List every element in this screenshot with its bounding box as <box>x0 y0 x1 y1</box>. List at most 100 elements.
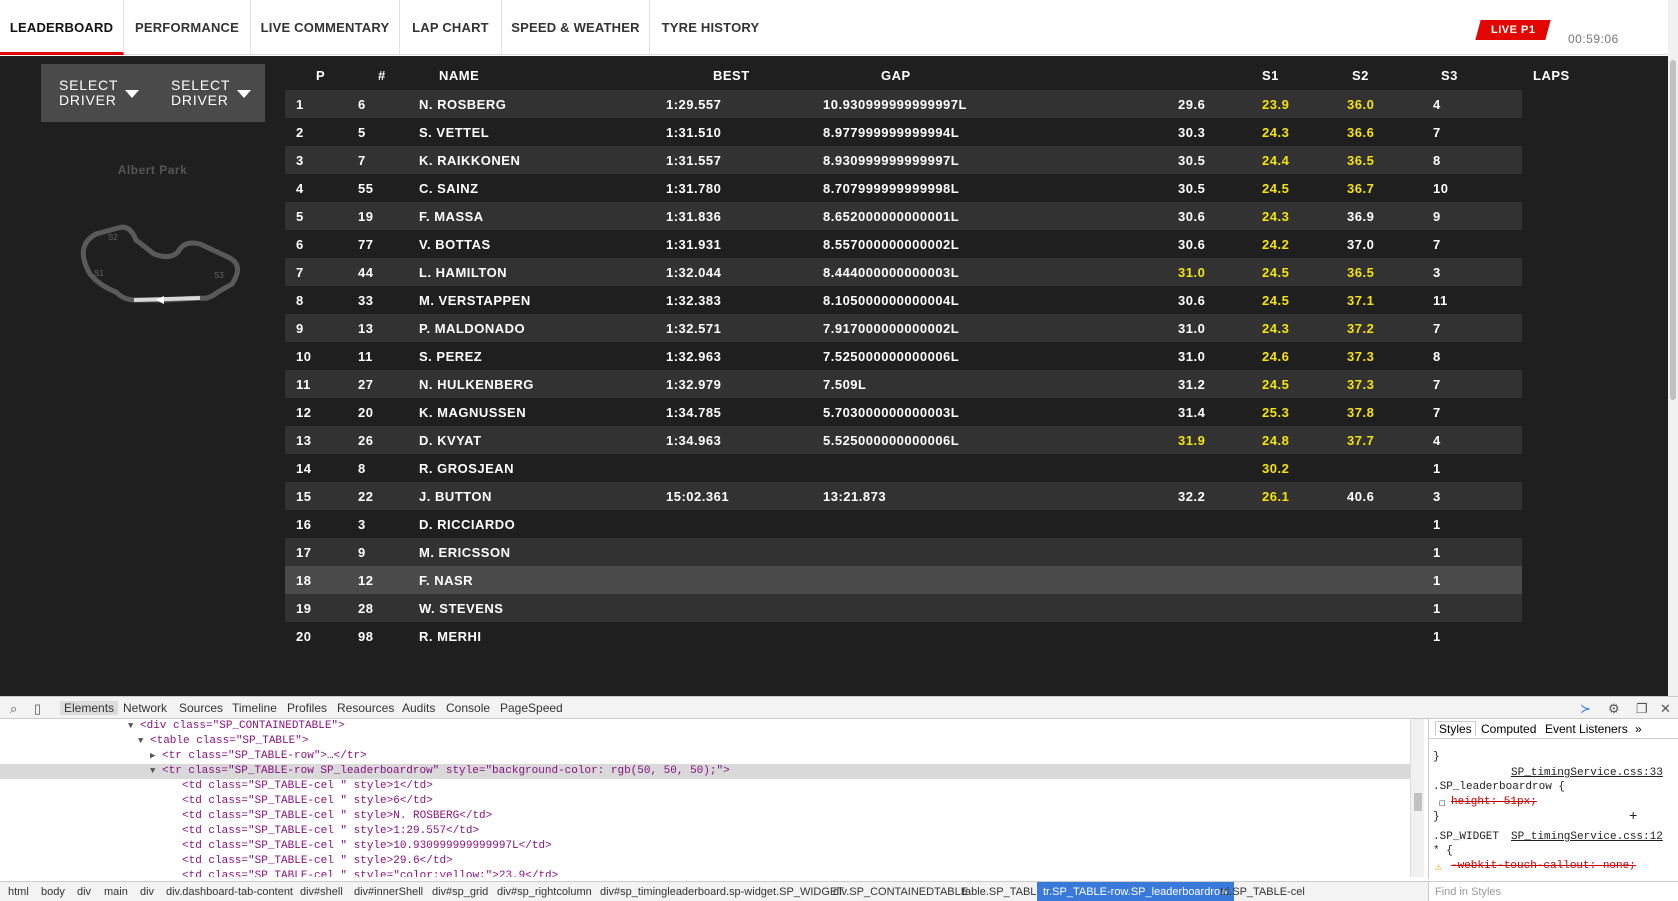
tab-lap-chart[interactable]: LAP CHART <box>400 0 502 55</box>
cell-s2: 24.4 <box>1262 153 1290 168</box>
table-row[interactable]: 2 5 S. VETTEL 1:31.510 8.977999999999994L 30.… <box>285 118 1522 146</box>
dom-node-line[interactable]: <td class="SP_TABLE-cel " style>6</td> <box>0 794 1410 809</box>
collapse-arrow-icon[interactable]: ▼ <box>150 764 155 779</box>
more-tabs-icon[interactable]: » <box>1635 722 1642 736</box>
table-row[interactable]: 13 26 D. KVYAT 1:34.963 5.525000000000006L 31… <box>285 426 1522 454</box>
tab-tyre-history[interactable]: TYRE HISTORY <box>650 0 771 55</box>
collapse-arrow-icon[interactable]: ▼ <box>128 719 133 734</box>
cell-s1: 31.9 <box>1178 433 1206 448</box>
rule-property-callout[interactable]: -webkit-touch-callout: none; <box>1451 860 1636 872</box>
table-row[interactable]: 19 28 W. STEVENS 1 <box>285 594 1522 622</box>
cell-laps: 7 <box>1433 125 1441 140</box>
dom-node-line[interactable]: ▶ <tr class="SP_TABLE-row">…</tr> <box>0 749 1410 764</box>
styles-tab-computed[interactable]: Computed <box>1481 722 1536 736</box>
breadcrumb-item[interactable]: div.SP_CONTAINEDTABLE <box>833 886 968 898</box>
add-rule-icon[interactable]: + <box>1629 809 1637 825</box>
devtools-tab-network[interactable]: Network <box>123 701 167 715</box>
stylesheet-link-1[interactable]: SP_timingService.css:33 <box>1511 767 1663 779</box>
table-row[interactable]: 15 22 J. BUTTON 15:02.361 13:21.873 32.2 26.1 4… <box>285 482 1522 510</box>
page-scrollbar[interactable] <box>1668 0 1678 696</box>
dom-node-line[interactable]: <td class="SP_TABLE-cel " style>1:29.557… <box>0 824 1410 839</box>
breadcrumb-item[interactable]: div#sp_rightcolumn <box>497 886 592 898</box>
table-row[interactable]: 3 7 K. RAIKKONEN 1:31.557 8.930999999999997L… <box>285 146 1522 174</box>
dom-node-line[interactable]: <td class="SP_TABLE-cel " style>10.93099… <box>0 839 1410 854</box>
breadcrumb-item[interactable]: tr.SP_TABLE-row.SP_leaderboardrow <box>1037 882 1235 901</box>
drawer-icon[interactable]: ≻ <box>1580 701 1591 717</box>
table-row[interactable]: 16 3 D. RICCIARDO 1 <box>285 510 1522 538</box>
styles-tab-styles[interactable]: Styles <box>1435 721 1476 736</box>
dom-node-line[interactable]: ▼ <table class="SP_TABLE"> <box>0 734 1410 749</box>
tab-live-commentary[interactable]: LIVE COMMENTARY <box>251 0 400 55</box>
devtools-tab-sources[interactable]: Sources <box>179 701 223 715</box>
stylesheet-link-2[interactable]: SP_timingService.css:12 <box>1511 831 1663 843</box>
table-row[interactable]: 20 98 R. MERHI 1 <box>285 622 1522 650</box>
devtools-tab-console[interactable]: Console <box>446 701 490 715</box>
device-mode-icon[interactable]: ▯ <box>34 701 41 717</box>
table-row[interactable]: 5 19 F. MASSA 1:31.836 8.652000000000001L 30.… <box>285 202 1522 230</box>
breadcrumb-item[interactable]: main <box>104 886 128 898</box>
devtools-tab-elements[interactable]: Elements <box>60 701 119 715</box>
table-row[interactable]: 11 27 N. HULKENBERG 1:32.979 7.509L 31.2 24.5 3… <box>285 370 1522 398</box>
dock-icon[interactable]: ❐ <box>1636 701 1648 717</box>
cell-position: 6 <box>296 237 304 252</box>
gear-icon[interactable]: ⚙ <box>1608 701 1620 717</box>
breadcrumb-item[interactable]: div#sp_grid <box>432 886 488 898</box>
cell-number: 26 <box>358 433 374 448</box>
breadcrumb-item[interactable]: div.dashboard-tab-content <box>166 886 293 898</box>
devtools-tab-resources[interactable]: Resources <box>337 701 394 715</box>
cell-position: 16 <box>296 517 312 532</box>
cell-laps: 11 <box>1433 293 1448 308</box>
devtools-tab-audits[interactable]: Audits <box>402 701 435 715</box>
table-row[interactable]: 17 9 M. ERICSSON 1 <box>285 538 1522 566</box>
dom-node-line[interactable]: <td class="SP_TABLE-cel " style>N. ROSBE… <box>0 809 1410 824</box>
devtools-tab-timeline[interactable]: Timeline <box>232 701 277 715</box>
table-row[interactable]: 8 33 M. VERSTAPPEN 1:32.383 8.10500000000000… <box>285 286 1522 314</box>
table-row[interactable]: 10 11 S. PEREZ 1:32.963 7.525000000000006L 31… <box>285 342 1522 370</box>
styles-tab-event-listeners[interactable]: Event Listeners <box>1545 722 1628 736</box>
sector-label-s2: S2 <box>108 233 118 242</box>
breadcrumb-item[interactable]: body <box>41 886 65 898</box>
rule-property-height[interactable]: height: 51px; <box>1451 796 1537 808</box>
dom-node-line[interactable]: ▼ <div class="SP_CONTAINEDTABLE"> <box>0 719 1410 734</box>
tab-speed-weather[interactable]: SPEED & WEATHER <box>502 0 650 55</box>
devtools-tab-pagespeed[interactable]: PageSpeed <box>500 701 563 715</box>
select-driver-1[interactable]: SELECT DRIVER <box>41 64 153 122</box>
breadcrumb-item[interactable]: table.SP_TABLE <box>962 886 1044 898</box>
breadcrumb-item[interactable]: td.SP_TABLE-cel <box>1220 886 1305 898</box>
dom-node-line[interactable]: <td class="SP_TABLE-cel " style="color:y… <box>0 869 1410 877</box>
dom-node-line[interactable]: <td class="SP_TABLE-cel " style>1</td> <box>0 779 1410 794</box>
col-header-s3: S3 <box>1441 68 1458 83</box>
collapse-arrow-icon[interactable]: ▼ <box>138 734 143 749</box>
breadcrumb-item[interactable]: html <box>8 886 29 898</box>
table-row[interactable]: 7 44 L. HAMILTON 1:32.044 8.444000000000003L… <box>285 258 1522 286</box>
select-driver-2[interactable]: SELECT DRIVER <box>153 64 265 122</box>
table-row[interactable]: 6 77 V. BOTTAS 1:31.931 8.557000000000002L 30… <box>285 230 1522 258</box>
rule-checkbox[interactable]: ☐ <box>1439 796 1446 810</box>
devtools-toolbar: ⌕ ▯ Elements Network Sources Timeline Pr… <box>0 697 1678 719</box>
expand-arrow-icon[interactable]: ▶ <box>150 749 155 764</box>
dom-node-line[interactable]: <td class="SP_TABLE-cel " style>29.6</td… <box>0 854 1410 869</box>
breadcrumb-item[interactable]: div#sp_timingleaderboard.sp-widget.SP_WI… <box>600 886 844 898</box>
page-scrollbar-thumb[interactable] <box>1670 60 1676 400</box>
cell-position: 20 <box>296 629 312 644</box>
dom-node-line[interactable]: ▼ <tr class="SP_TABLE-row SP_leaderboardr… <box>0 764 1410 779</box>
table-row[interactable]: 12 20 K. MAGNUSSEN 1:34.785 5.70300000000000… <box>285 398 1522 426</box>
breadcrumb-item[interactable]: div#innerShell <box>354 886 423 898</box>
find-in-styles[interactable]: Find in Styles <box>1428 881 1678 901</box>
dom-scrollbar[interactable] <box>1410 719 1424 877</box>
table-row[interactable]: 4 55 C. SAINZ 1:31.780 8.707999999999998L 30.… <box>285 174 1522 202</box>
dom-scrollbar-thumb[interactable] <box>1414 793 1422 811</box>
tab-leaderboard[interactable]: LEADERBOARD <box>0 0 124 55</box>
cell-laps: 1 <box>1433 573 1441 588</box>
table-row[interactable]: 14 8 R. GROSJEAN 30.2 1 <box>285 454 1522 482</box>
table-row[interactable]: 9 13 P. MALDONADO 1:32.571 7.917000000000002… <box>285 314 1522 342</box>
devtools-tab-profiles[interactable]: Profiles <box>287 701 327 715</box>
breadcrumb-item[interactable]: div <box>77 886 91 898</box>
table-row[interactable]: 1 6 N. ROSBERG 1:29.557 10.930999999999997L 2… <box>285 90 1522 118</box>
tab-performance[interactable]: PERFORMANCE <box>124 0 251 55</box>
close-icon[interactable]: ✕ <box>1660 701 1671 717</box>
table-row[interactable]: 18 12 F. NASR 1 <box>285 566 1522 594</box>
breadcrumb-item[interactable]: div#shell <box>300 886 343 898</box>
breadcrumb-item[interactable]: div <box>140 886 154 898</box>
search-icon[interactable]: ⌕ <box>10 701 17 717</box>
